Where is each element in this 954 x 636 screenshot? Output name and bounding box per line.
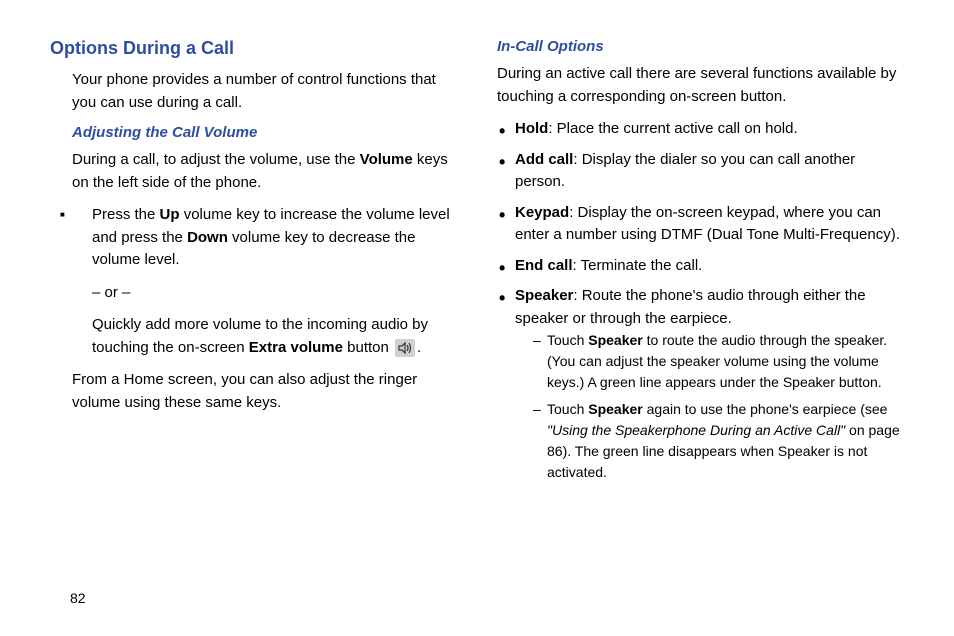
home-screen-paragraph: From a Home screen, you can also adjust …: [72, 369, 457, 414]
right-column: In-Call Options During an active call th…: [497, 38, 904, 491]
page-number: 82: [70, 590, 86, 606]
bullet-extra-volume: Quickly add more volume to the incoming …: [92, 314, 457, 359]
subsection-heading: Adjusting the Call Volume: [72, 124, 457, 141]
left-column: Options During a Call Your phone provide…: [50, 38, 457, 491]
speaker-sublist: Touch Speaker to route the audio through…: [533, 330, 904, 483]
incall-intro: During an active call there are several …: [497, 63, 904, 108]
subsection-heading-incall: In-Call Options: [497, 38, 904, 55]
incall-options-list: Hold: Place the current active call on h…: [497, 118, 904, 483]
bullet-volume-keys: Press the Up volume key to increase the …: [60, 204, 457, 272]
intro-paragraph: Your phone provides a number of control …: [72, 69, 457, 114]
page-content: Options During a Call Your phone provide…: [50, 38, 904, 491]
list-item: Keypad: Display the on-screen keypad, wh…: [497, 202, 904, 247]
dash-item: Touch Speaker again to use the phone's e…: [533, 399, 904, 483]
list-item-speaker: Speaker: Route the phone's audio through…: [497, 285, 904, 483]
volume-paragraph: During a call, to adjust the volume, use…: [72, 149, 457, 194]
extra-volume-icon: [395, 339, 415, 357]
list-item: Hold: Place the current active call on h…: [497, 118, 904, 141]
dash-item: Touch Speaker to route the audio through…: [533, 330, 904, 393]
list-item: Add call: Display the dialer so you can …: [497, 149, 904, 194]
or-separator: – or –: [92, 282, 457, 305]
section-heading: Options During a Call: [50, 38, 457, 59]
list-item: End call: Terminate the call.: [497, 255, 904, 278]
